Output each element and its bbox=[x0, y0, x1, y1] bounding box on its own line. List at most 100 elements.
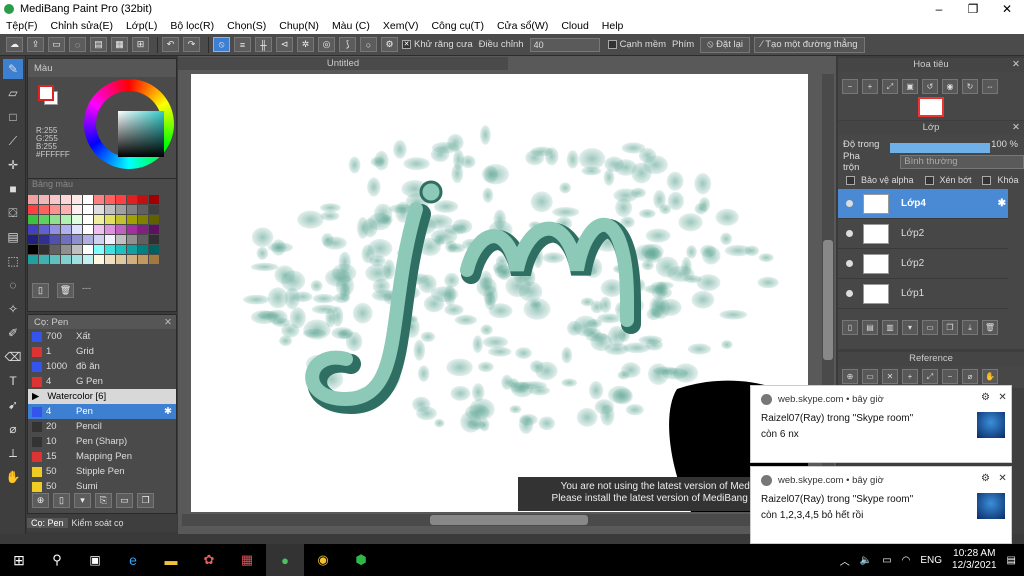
fit-icon[interactable]: ⤢ bbox=[882, 78, 898, 94]
vertical-scroll-thumb[interactable] bbox=[823, 240, 833, 360]
paint-app-icon[interactable]: ✿ bbox=[190, 544, 228, 576]
brush-item[interactable]: 50 Stipple Pen bbox=[28, 464, 176, 479]
windows-start-icon[interactable]: ⊞ bbox=[0, 544, 38, 576]
cloud-icon[interactable]: ☁ bbox=[6, 37, 23, 52]
palette-swatch[interactable] bbox=[94, 205, 104, 214]
new-halftone-layer-icon[interactable]: ▤ bbox=[862, 319, 878, 335]
palette-swatch[interactable] bbox=[28, 215, 38, 224]
palette-swatch[interactable] bbox=[105, 205, 115, 214]
settings-icon[interactable]: ⚙ bbox=[381, 37, 398, 52]
brush-item[interactable]: 700 Xất bbox=[28, 329, 176, 344]
palette-swatch[interactable] bbox=[39, 205, 49, 214]
rotate-left-icon[interactable]: ↺ bbox=[922, 78, 938, 94]
chevron-up-icon[interactable]: ︿ bbox=[840, 553, 850, 568]
blend-select[interactable]: Bình thường bbox=[900, 155, 1024, 169]
palette-swatch[interactable] bbox=[83, 205, 93, 214]
notification-card[interactable]: web.skype.com • bây giờ ⚙ ✕ Raizel07(Ray… bbox=[750, 466, 1012, 544]
navigator-thumbnail[interactable] bbox=[918, 97, 944, 117]
palette-swatch[interactable] bbox=[94, 215, 104, 224]
tab-brush[interactable]: Cọ: Pen bbox=[27, 518, 68, 528]
palette-swatch[interactable] bbox=[50, 215, 60, 224]
close-reference-icon[interactable]: ✕ bbox=[882, 368, 898, 384]
line-tool-icon[interactable]: ⟋ bbox=[3, 131, 23, 151]
lasso-tool-icon[interactable]: ◌ bbox=[3, 275, 23, 295]
palette-swatch[interactable] bbox=[39, 195, 49, 204]
palette-swatch[interactable] bbox=[127, 195, 137, 204]
clock[interactable]: 10:28 AM 12/3/2021 bbox=[952, 548, 997, 572]
palette-swatch[interactable] bbox=[61, 205, 71, 214]
palette-swatch[interactable] bbox=[39, 235, 49, 244]
brush-tool-icon[interactable]: ✎ bbox=[3, 59, 23, 79]
hand-icon[interactable]: ✋ bbox=[982, 368, 998, 384]
palette-swatch[interactable] bbox=[94, 255, 104, 264]
palette-swatch[interactable] bbox=[83, 235, 93, 244]
tab-brush-control[interactable]: Kiểm soát cọ bbox=[68, 518, 128, 528]
palette-swatch[interactable] bbox=[94, 225, 104, 234]
visibility-icon[interactable] bbox=[846, 230, 853, 237]
palette-swatch[interactable] bbox=[72, 235, 82, 244]
palette-swatch[interactable] bbox=[149, 235, 159, 244]
palette-swatch[interactable] bbox=[138, 195, 148, 204]
palette-swatch[interactable] bbox=[50, 255, 60, 264]
palette-swatch[interactable] bbox=[61, 255, 71, 264]
palette-swatch[interactable] bbox=[94, 245, 104, 254]
gradient-tool-icon[interactable]: ▤ bbox=[3, 227, 23, 247]
palette-swatch[interactable] bbox=[149, 245, 159, 254]
file-explorer-icon[interactable]: ▬ bbox=[152, 544, 190, 576]
palette-swatch[interactable] bbox=[127, 245, 137, 254]
palette-swatch[interactable] bbox=[50, 195, 60, 204]
pages-icon[interactable]: ▦ bbox=[111, 37, 128, 52]
menu-filter[interactable]: Bộ lọc(R) bbox=[170, 20, 214, 32]
document-tab[interactable]: Untitled bbox=[178, 57, 508, 70]
horizontal-scroll-thumb[interactable] bbox=[430, 515, 588, 525]
palette-swatch[interactable] bbox=[149, 215, 159, 224]
straight-line-button[interactable]: ⁄ Tạo một đường thẳng bbox=[754, 36, 865, 53]
close-button[interactable]: ✕ bbox=[990, 2, 1024, 16]
palette-swatch[interactable] bbox=[61, 195, 71, 204]
menu-layer[interactable]: Lớp(L) bbox=[126, 20, 157, 32]
brush-item[interactable]: 1000 đồ ăn bbox=[28, 359, 176, 374]
trash-icon[interactable]: 🗑 bbox=[57, 283, 74, 298]
select-tool-icon[interactable]: ⬚ bbox=[3, 251, 23, 271]
visibility-icon[interactable] bbox=[846, 290, 853, 297]
palette-swatch[interactable] bbox=[116, 235, 126, 244]
primary-color-swatch[interactable] bbox=[38, 85, 54, 101]
palette-swatch[interactable] bbox=[105, 245, 115, 254]
color-wheel[interactable] bbox=[84, 79, 174, 169]
palette-swatch[interactable] bbox=[149, 195, 159, 204]
concentric-snap-icon[interactable]: ◎ bbox=[318, 37, 335, 52]
page-icon[interactable]: ▯ bbox=[32, 283, 49, 298]
text-tool-icon[interactable]: T bbox=[3, 371, 23, 391]
palette-swatch[interactable] bbox=[50, 205, 60, 214]
palette-swatch[interactable] bbox=[61, 245, 71, 254]
volume-icon[interactable]: 🔈 bbox=[860, 555, 872, 566]
antialias-checkbox[interactable]: ✕ bbox=[402, 40, 411, 49]
menu-help[interactable]: Help bbox=[602, 20, 624, 32]
palette-swatch[interactable] bbox=[83, 255, 93, 264]
redo-icon[interactable]: ↷ bbox=[183, 37, 200, 52]
minimize-button[interactable]: – bbox=[922, 2, 956, 16]
new-layer-icon[interactable]: ▯ bbox=[842, 319, 858, 335]
circle-snap-icon[interactable]: ○ bbox=[360, 37, 377, 52]
palette-swatch[interactable] bbox=[72, 225, 82, 234]
palette-swatch[interactable] bbox=[94, 195, 104, 204]
clipping-checkbox[interactable] bbox=[924, 175, 934, 185]
grid-icon[interactable]: ⊞ bbox=[132, 37, 149, 52]
visibility-icon[interactable] bbox=[846, 200, 853, 207]
divide-tool-icon[interactable]: ⟂ bbox=[3, 443, 23, 463]
maximize-button[interactable]: ❐ bbox=[956, 2, 990, 16]
menu-edit[interactable]: Chỉnh sửa(E) bbox=[51, 20, 113, 32]
zoom-out-icon[interactable]: − bbox=[842, 78, 858, 94]
layer-row[interactable]: Lớp2 bbox=[838, 249, 1008, 279]
menu-snap[interactable]: Chụp(N) bbox=[279, 20, 319, 32]
operation-tool-icon[interactable]: ➹ bbox=[3, 395, 23, 415]
palette-swatch[interactable] bbox=[83, 215, 93, 224]
palette-swatch[interactable] bbox=[61, 225, 71, 234]
palette-swatch[interactable] bbox=[105, 255, 115, 264]
palette-swatch[interactable] bbox=[94, 235, 104, 244]
visibility-icon[interactable] bbox=[846, 260, 853, 267]
notification-center-icon[interactable]: ▤ bbox=[1007, 555, 1016, 566]
edge-checkbox[interactable] bbox=[607, 40, 617, 49]
palette-swatch[interactable] bbox=[138, 215, 148, 224]
document-icon[interactable]: ▤ bbox=[90, 37, 107, 52]
